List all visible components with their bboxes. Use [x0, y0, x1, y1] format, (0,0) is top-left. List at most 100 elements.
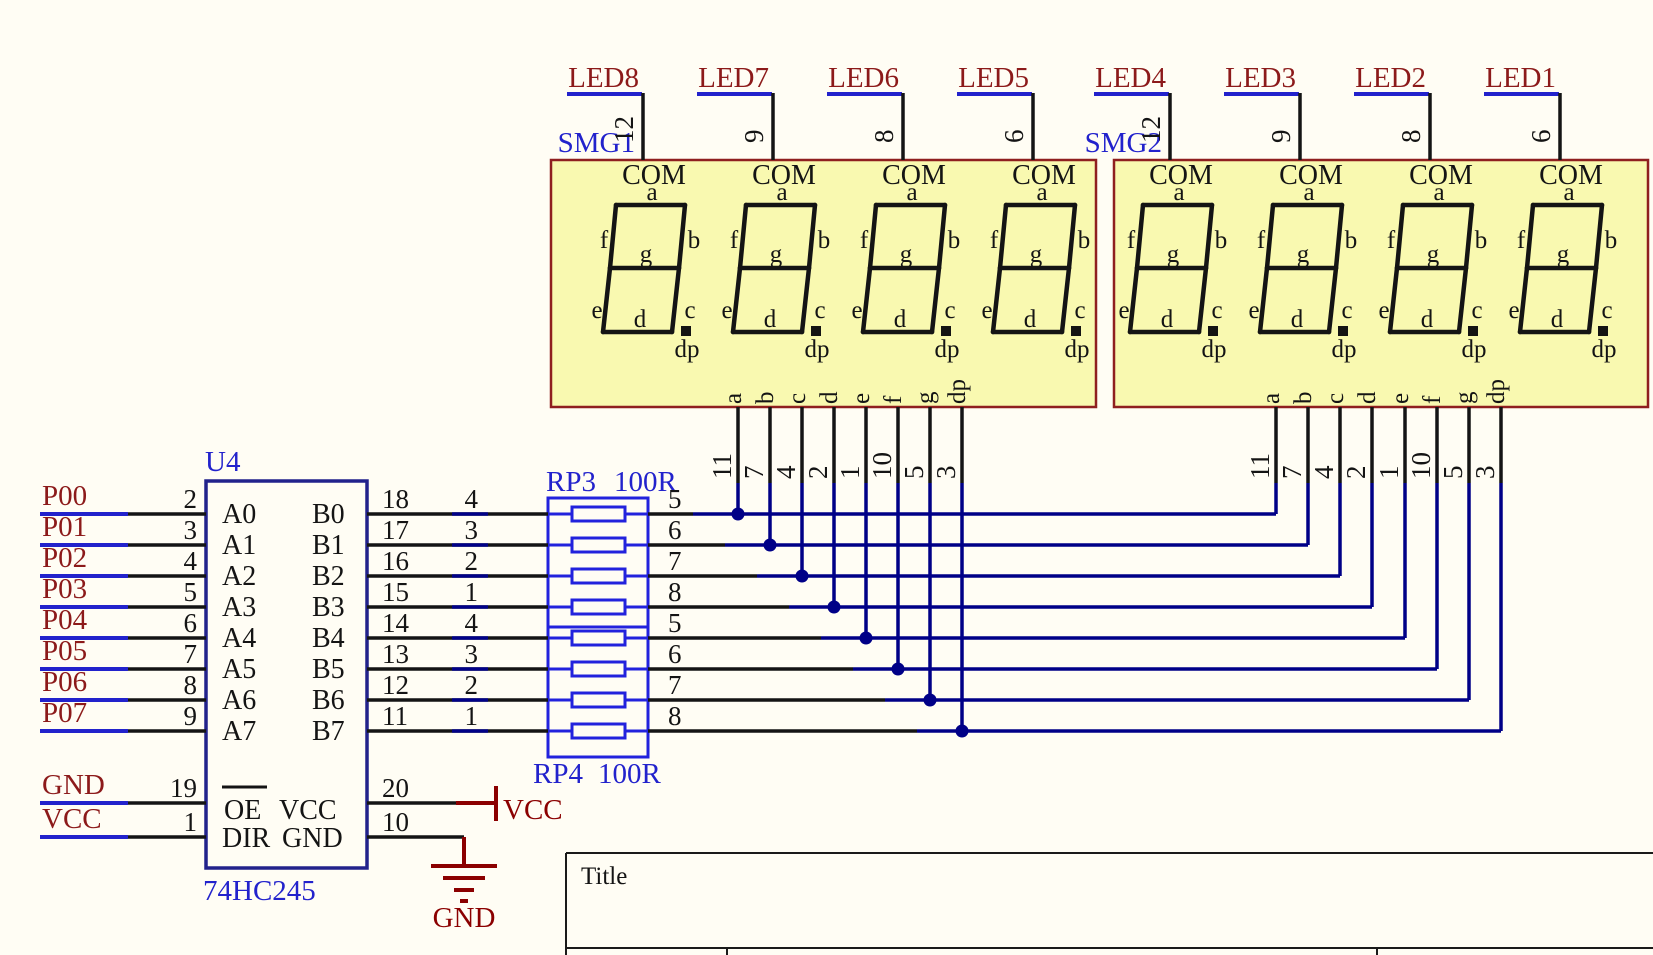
segment-e-label: e	[1508, 297, 1519, 324]
pin-number: 15	[382, 577, 409, 607]
resistor-icon	[572, 507, 625, 521]
pin-name: B4	[312, 623, 345, 654]
pin-name: B5	[312, 654, 345, 685]
segment-pin-number: 3	[931, 466, 961, 480]
pin-name: B1	[312, 530, 345, 561]
segment-g-label: g	[1030, 241, 1043, 268]
segment-dp-label: dp	[805, 336, 830, 363]
pin-number-1: 1	[184, 807, 198, 837]
decimal-point-icon	[1208, 326, 1218, 336]
segment-pin-number: 10	[867, 452, 897, 479]
segment-b-label: b	[948, 227, 961, 254]
segment-pin-name: b	[1290, 392, 1317, 405]
segment-pin-number: 2	[1341, 466, 1371, 480]
gnd-power-label: GND	[433, 902, 496, 934]
decimal-point-icon	[941, 326, 951, 336]
segment-b-label: b	[1078, 227, 1091, 254]
segment-pin-number: 1	[835, 466, 865, 480]
segment-d-label: d	[764, 306, 777, 333]
rp-pin-number: 6	[668, 515, 682, 545]
segment-dp-label: dp	[675, 336, 700, 363]
segment-b-label: b	[1215, 227, 1228, 254]
segment-f-label: f	[860, 227, 869, 254]
segment-pin-name: d	[1354, 391, 1381, 404]
segment-pin-number: 4	[771, 465, 801, 479]
led-net-label: LED8	[568, 62, 639, 94]
resistor-icon	[572, 693, 625, 707]
net-label: P07	[42, 697, 87, 729]
segment-c-label: c	[944, 297, 955, 324]
pin-number-19: 19	[170, 773, 197, 803]
led-net-label: LED4	[1095, 62, 1166, 94]
schematic-page: SMG1 SMG2 U4 74HC245 GND 19 VCC 1 OE VCC…	[0, 0, 1653, 955]
rp-pin-number: 5	[668, 484, 682, 514]
led-net-label: LED1	[1485, 62, 1556, 94]
resistor-icon	[572, 631, 625, 645]
segment-g-label: g	[1167, 241, 1180, 268]
rp-pin-number: 8	[668, 701, 682, 731]
rp-pin-number: 7	[668, 546, 682, 576]
segment-d-label: d	[894, 306, 907, 333]
segment-dp-label: dp	[1202, 336, 1227, 363]
rp-pin-number: 4	[465, 484, 479, 514]
segment-a-label: a	[906, 179, 917, 206]
segment-pin-number: 2	[803, 466, 833, 480]
segment-pin-name: d	[816, 391, 843, 404]
segment-g-label: g	[770, 241, 783, 268]
segment-d-label: d	[1161, 306, 1174, 333]
com-pin-number: 8	[869, 130, 899, 144]
vcc-power-label: VCC	[503, 794, 563, 826]
segment-e-label: e	[721, 297, 732, 324]
pin-number: 8	[184, 670, 198, 700]
rp4-designator: RP4	[533, 758, 583, 790]
segment-a-label: a	[1173, 179, 1184, 206]
segment-b-label: b	[688, 227, 701, 254]
pin-number: 18	[382, 484, 409, 514]
segment-pin-name: b	[752, 392, 779, 405]
segment-f-label: f	[1257, 227, 1266, 254]
segment-pin-name: e	[1387, 393, 1414, 404]
segment-e-label: e	[1118, 297, 1129, 324]
net-label-gnd: GND	[42, 769, 105, 801]
segment-pin-number: 4	[1309, 465, 1339, 479]
pin-number: 13	[382, 639, 409, 669]
segment-a-label: a	[1563, 179, 1574, 206]
chip-designator: U4	[205, 446, 241, 478]
segment-c-label: c	[684, 297, 695, 324]
pin-name: A1	[222, 530, 256, 561]
pin-name: A2	[222, 561, 256, 592]
rp-pin-number: 8	[668, 577, 682, 607]
resistor-icon	[572, 600, 625, 614]
segment-e-label: e	[851, 297, 862, 324]
segment-pin-number: 5	[1438, 466, 1468, 480]
net-label: P01	[42, 511, 87, 543]
segment-f-label: f	[1387, 227, 1396, 254]
decimal-point-icon	[1468, 326, 1478, 336]
pin-name: A0	[222, 499, 256, 530]
segment-pin-number: 7	[1277, 466, 1307, 480]
led-net-label: LED2	[1355, 62, 1426, 94]
pin-number: 11	[382, 701, 408, 731]
segment-pin-number: 11	[1245, 453, 1275, 479]
com-pin-number: 12	[1136, 116, 1166, 143]
segment-b-label: b	[1345, 227, 1358, 254]
pin-name-vcc: VCC	[279, 795, 337, 826]
pin-name-oe: OE	[224, 795, 261, 826]
segment-dp-label: dp	[1592, 336, 1617, 363]
segment-d-label: d	[1421, 306, 1434, 333]
segment-pin-number: 7	[739, 466, 769, 480]
chip-part-number: 74HC245	[203, 875, 316, 907]
segment-f-label: f	[730, 227, 739, 254]
segment-pin-name: a	[1258, 393, 1285, 404]
segment-dp-label: dp	[1462, 336, 1487, 363]
segment-pin-number: 10	[1406, 452, 1436, 479]
segment-pin-number: 5	[899, 466, 929, 480]
display-body-smg1	[551, 160, 1096, 407]
pin-name-dir: DIR	[222, 823, 271, 854]
pin-number-20: 20	[382, 773, 409, 803]
segment-dp-label: dp	[935, 336, 960, 363]
net-label: P05	[42, 635, 87, 667]
segment-c-label: c	[1211, 297, 1222, 324]
pin-name: B2	[312, 561, 345, 592]
segment-pin-name: g	[912, 391, 939, 404]
